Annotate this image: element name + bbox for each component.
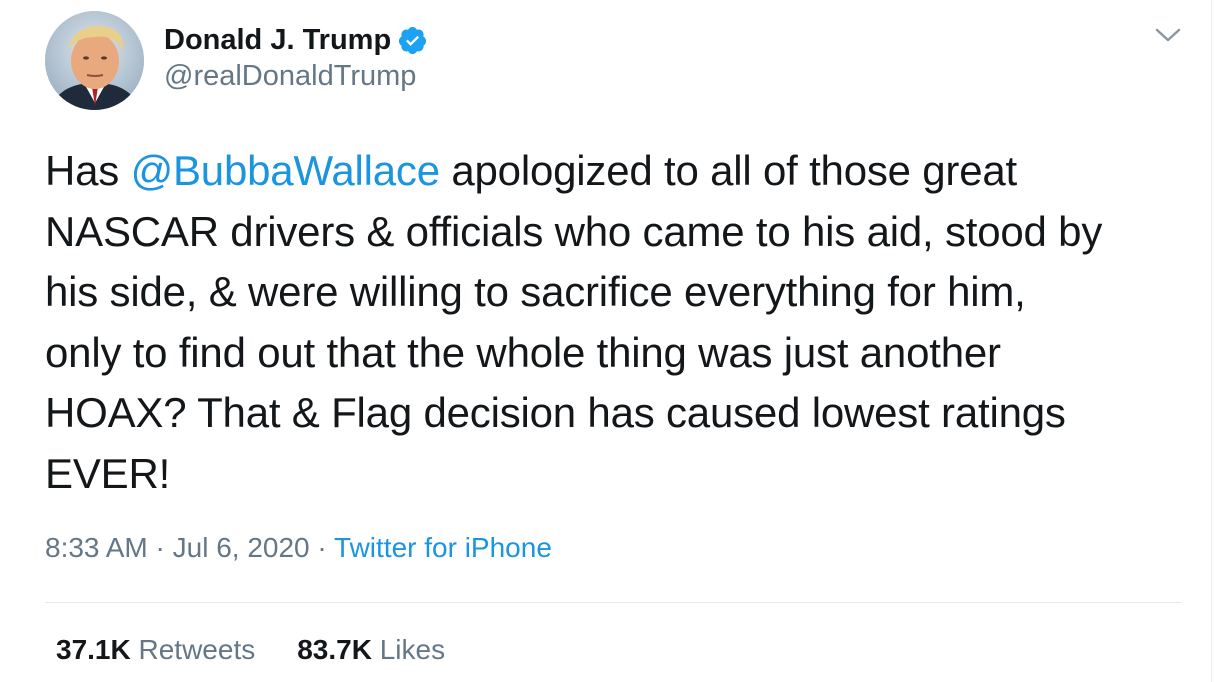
- tweet-text-segment: Has: [45, 147, 131, 194]
- retweets-count: 37.1K: [56, 634, 131, 665]
- card-border: [1211, 0, 1212, 682]
- meta-separator: ·: [147, 532, 173, 563]
- tweet-source-link[interactable]: Twitter for iPhone: [334, 532, 552, 563]
- tweet-line: his side, & were willing to sacrifice ev…: [45, 268, 1026, 315]
- tweet-time[interactable]: 8:33 AM: [45, 532, 148, 563]
- retweets-label: Retweets: [138, 634, 256, 665]
- display-name[interactable]: Donald J. Trump: [164, 24, 391, 57]
- tweet-card: Donald J. Trump @realDonaldTrump Has @Bu…: [0, 0, 1214, 682]
- meta-separator: ·: [309, 532, 335, 563]
- tweet-stats: 37.1K Retweets 83.7K Likes: [56, 634, 487, 666]
- tweet-line: EVER!: [45, 449, 171, 497]
- tweet-meta: 8:33 AM · Jul 6, 2020 · Twitter for iPho…: [45, 532, 552, 564]
- tweet-text-segment: apologized to all of those great: [439, 147, 1018, 194]
- tweet-line: HOAX? That & Flag decision has caused lo…: [45, 389, 1066, 436]
- divider: [45, 602, 1182, 603]
- name-row: Donald J. Trump: [164, 22, 428, 58]
- tweet-line: Has @BubbaWallace apologized to all of t…: [45, 141, 1195, 202]
- avatar[interactable]: [45, 11, 144, 110]
- chevron-down-icon[interactable]: [1155, 24, 1181, 46]
- mention-link[interactable]: @BubbaWallace: [131, 147, 441, 194]
- likes-label: Likes: [379, 634, 446, 665]
- user-handle[interactable]: @realDonaldTrump: [164, 60, 416, 93]
- tweet-text: Has @BubbaWallace apologized to all of t…: [45, 141, 1195, 504]
- verified-badge-icon: [399, 26, 427, 54]
- tweet-line: NASCAR drivers & officials who came to h…: [45, 207, 1103, 255]
- tweet-line: only to find out that the whole thing wa…: [45, 328, 1001, 376]
- likes-count: 83.7K: [297, 634, 372, 665]
- tweet-date[interactable]: Jul 6, 2020: [173, 532, 310, 563]
- likes-stat[interactable]: 83.7K Likes: [297, 634, 445, 666]
- avatar-image: [45, 11, 144, 110]
- retweets-stat[interactable]: 37.1K Retweets: [56, 634, 255, 666]
